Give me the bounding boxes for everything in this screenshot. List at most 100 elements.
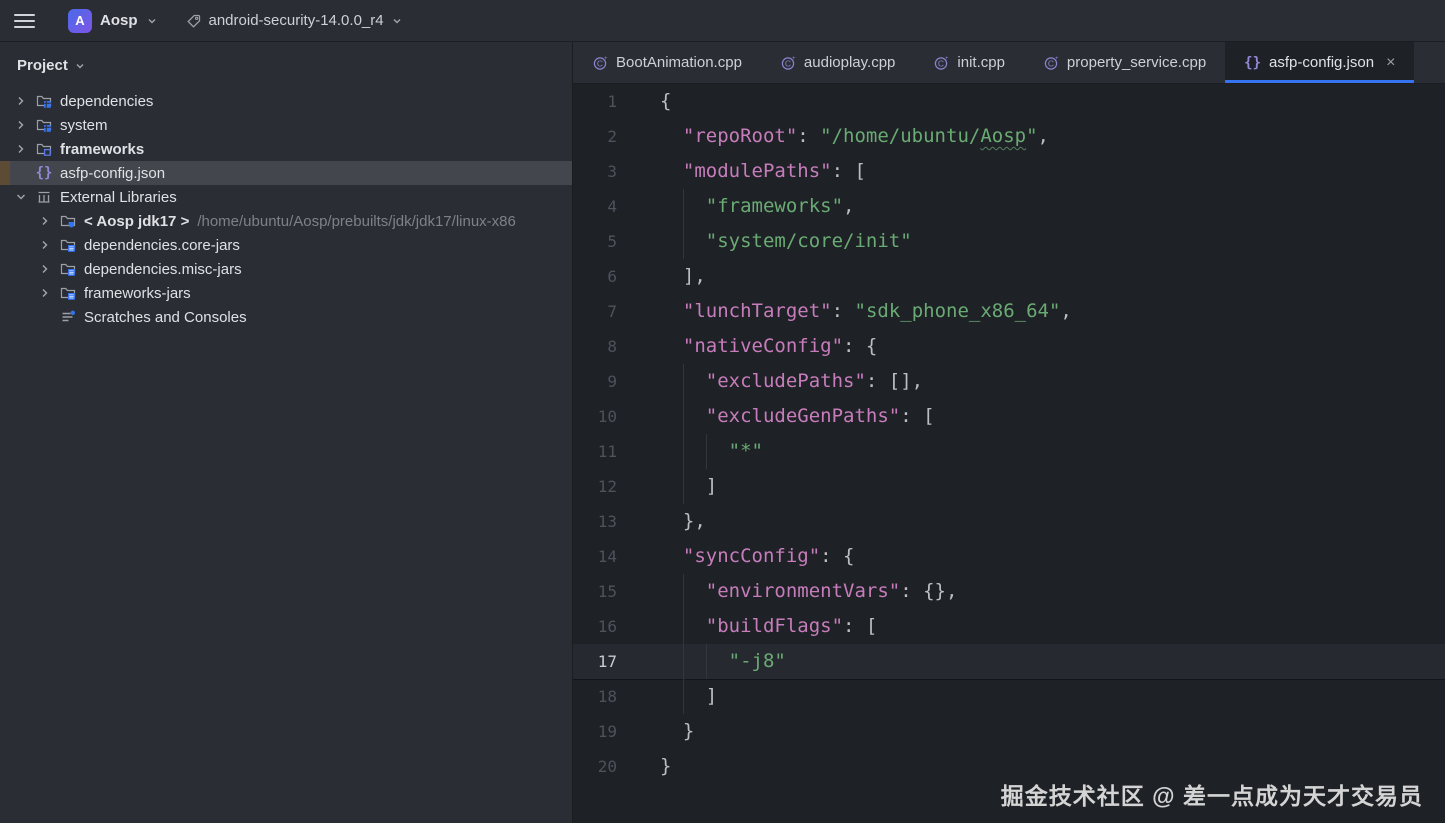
code-line-13[interactable]: 13 }, bbox=[573, 504, 1445, 539]
tree-item-label: dependencies.core-jars bbox=[84, 236, 240, 254]
branch-name: android-security-14.0.0_r4 bbox=[208, 12, 384, 29]
code-line-2[interactable]: 2 "repoRoot": "/home/ubuntu/Aosp", bbox=[573, 119, 1445, 154]
code-line-15[interactable]: 15 "environmentVars": {}, bbox=[573, 574, 1445, 609]
line-number[interactable]: 20 bbox=[573, 749, 617, 784]
code-line-9[interactable]: 9 "excludePaths": [], bbox=[573, 364, 1445, 399]
code-text: ] bbox=[705, 685, 718, 707]
tree-item-frameworks-jars[interactable]: frameworks-jars bbox=[0, 281, 572, 305]
code-line-5[interactable]: 5 "system/core/init" bbox=[573, 224, 1445, 259]
project-widget[interactable]: A Aosp bbox=[62, 6, 164, 36]
code-text: } bbox=[682, 720, 695, 742]
line-number[interactable]: 15 bbox=[573, 574, 617, 609]
line-number[interactable]: 7 bbox=[573, 294, 617, 329]
code-text: "frameworks", bbox=[705, 195, 855, 217]
line-number[interactable]: 8 bbox=[573, 329, 617, 364]
line-number[interactable]: 4 bbox=[573, 189, 617, 224]
line-number[interactable]: 11 bbox=[573, 434, 617, 469]
source-folder-icon bbox=[36, 143, 52, 156]
tab-init-cpp[interactable]: C + init.cpp bbox=[914, 42, 1024, 83]
main-area: Project dependencies system frameworks {} as… bbox=[0, 42, 1445, 823]
project-view-header[interactable]: Project bbox=[0, 42, 572, 89]
code-line-19[interactable]: 19 } bbox=[573, 714, 1445, 749]
code-line-16[interactable]: 16 "buildFlags": [ bbox=[573, 609, 1445, 644]
code-text: "syncConfig": { bbox=[682, 545, 855, 567]
code-text: "excludePaths": [], bbox=[705, 370, 924, 392]
tree-item-frameworks[interactable]: frameworks bbox=[0, 137, 572, 161]
code-text: "*" bbox=[728, 440, 763, 462]
svg-text:+: + bbox=[945, 56, 949, 62]
code-line-1[interactable]: 1{ bbox=[573, 84, 1445, 119]
tab-asfp-config-json[interactable]: {} asfp-config.json × bbox=[1225, 42, 1415, 83]
line-number[interactable]: 12 bbox=[573, 469, 617, 504]
line-number[interactable]: 17 bbox=[573, 644, 617, 679]
chevron-right-icon[interactable] bbox=[39, 263, 51, 275]
line-number[interactable]: 13 bbox=[573, 504, 617, 539]
chevron-right-icon[interactable] bbox=[15, 95, 27, 107]
line-number[interactable]: 5 bbox=[573, 224, 617, 259]
chevron-right-icon[interactable] bbox=[39, 287, 51, 299]
tree-item-label: system bbox=[60, 116, 108, 134]
watermark: 掘金技术社区 @ 差一点成为天才交易员 bbox=[1000, 783, 1423, 809]
project-view-title: Project bbox=[17, 57, 68, 74]
code-line-7[interactable]: 7 "lunchTarget": "sdk_phone_x86_64", bbox=[573, 294, 1445, 329]
line-number[interactable]: 3 bbox=[573, 154, 617, 189]
code-line-10[interactable]: 10 "excludeGenPaths": [ bbox=[573, 399, 1445, 434]
svg-text:C: C bbox=[938, 58, 944, 68]
editor[interactable]: 1{2 "repoRoot": "/home/ubuntu/Aosp", 3 "m… bbox=[573, 84, 1445, 823]
code-text: "excludeGenPaths": [ bbox=[705, 405, 935, 427]
chevron-right-icon[interactable] bbox=[15, 143, 27, 155]
tree-item-dependencies[interactable]: dependencies bbox=[0, 89, 572, 113]
tab-property-service-cpp[interactable]: C + property_service.cpp bbox=[1024, 42, 1225, 83]
vcs-branch-widget[interactable]: android-security-14.0.0_r4 bbox=[180, 9, 409, 32]
code-line-12[interactable]: 12 ] bbox=[573, 469, 1445, 504]
svg-text:+: + bbox=[1055, 56, 1059, 62]
code-line-6[interactable]: 6 ], bbox=[573, 259, 1445, 294]
line-number[interactable]: 2 bbox=[573, 119, 617, 154]
line-number[interactable]: 18 bbox=[573, 679, 617, 714]
tree-item-label: frameworks bbox=[60, 140, 145, 158]
line-number[interactable]: 14 bbox=[573, 539, 617, 574]
code-line-3[interactable]: 3 "modulePaths": [ bbox=[573, 154, 1445, 189]
tree-item-scratches-and-consoles[interactable]: Scratches and Consoles bbox=[0, 305, 572, 329]
code-line-8[interactable]: 8 "nativeConfig": { bbox=[573, 329, 1445, 364]
tab-bootanimation-cpp[interactable]: C + BootAnimation.cpp bbox=[573, 42, 761, 83]
line-number[interactable]: 1 bbox=[573, 84, 617, 119]
tab-close-icon[interactable]: × bbox=[1386, 54, 1395, 71]
svg-text:C: C bbox=[1048, 58, 1054, 68]
chevron-down-icon[interactable] bbox=[15, 191, 27, 203]
tree-item-system[interactable]: system bbox=[0, 113, 572, 137]
jar-folder-icon bbox=[60, 263, 76, 276]
line-number[interactable]: 9 bbox=[573, 364, 617, 399]
code-line-14[interactable]: 14 "syncConfig": { bbox=[573, 539, 1445, 574]
tab-label: BootAnimation.cpp bbox=[616, 54, 742, 71]
tree-item-aosp-jdk17[interactable]: < Aosp jdk17 > /home/ubuntu/Aosp/prebuilt… bbox=[0, 209, 572, 233]
tree-item-label: Scratches and Consoles bbox=[84, 308, 247, 326]
line-number[interactable]: 16 bbox=[573, 609, 617, 644]
code-text: } bbox=[660, 755, 672, 777]
code-line-18[interactable]: 18 ] bbox=[573, 679, 1445, 714]
code-line-4[interactable]: 4 "frameworks", bbox=[573, 189, 1445, 224]
tab-audioplay-cpp[interactable]: C + audioplay.cpp bbox=[761, 42, 914, 83]
line-number[interactable]: 10 bbox=[573, 399, 617, 434]
tree-item-dependencies-core-jars[interactable]: dependencies.core-jars bbox=[0, 233, 572, 257]
tree-item-asfp-config-json[interactable]: {} asfp-config.json bbox=[0, 161, 572, 185]
chevron-right-icon[interactable] bbox=[39, 239, 51, 251]
tab-label: property_service.cpp bbox=[1066, 54, 1207, 71]
tree-item-external-libraries[interactable]: External Libraries bbox=[0, 185, 572, 209]
line-number[interactable]: 19 bbox=[573, 714, 617, 749]
code-area: 1{2 "repoRoot": "/home/ubuntu/Aosp", 3 "m… bbox=[573, 84, 1445, 784]
chevron-right-icon[interactable] bbox=[15, 119, 27, 131]
code-line-11[interactable]: 11 "*" bbox=[573, 434, 1445, 469]
cpp-file-icon: C + bbox=[781, 56, 796, 70]
chevron-right-icon[interactable] bbox=[39, 215, 51, 227]
code-text: { bbox=[660, 90, 672, 112]
code-line-17[interactable]: 17 "-j8" bbox=[573, 644, 1445, 679]
json-file-icon: {} bbox=[1244, 54, 1262, 71]
tree-item-label: dependencies bbox=[60, 92, 154, 110]
tree-item-dependencies-misc-jars[interactable]: dependencies.misc-jars bbox=[0, 257, 572, 281]
main-menu-icon[interactable] bbox=[12, 7, 46, 35]
line-number[interactable]: 6 bbox=[573, 259, 617, 294]
code-text: }, bbox=[682, 510, 706, 532]
main-toolbar: A Aosp android-security-14.0.0_r4 bbox=[0, 0, 1445, 42]
chevron-down-icon bbox=[76, 63, 84, 69]
